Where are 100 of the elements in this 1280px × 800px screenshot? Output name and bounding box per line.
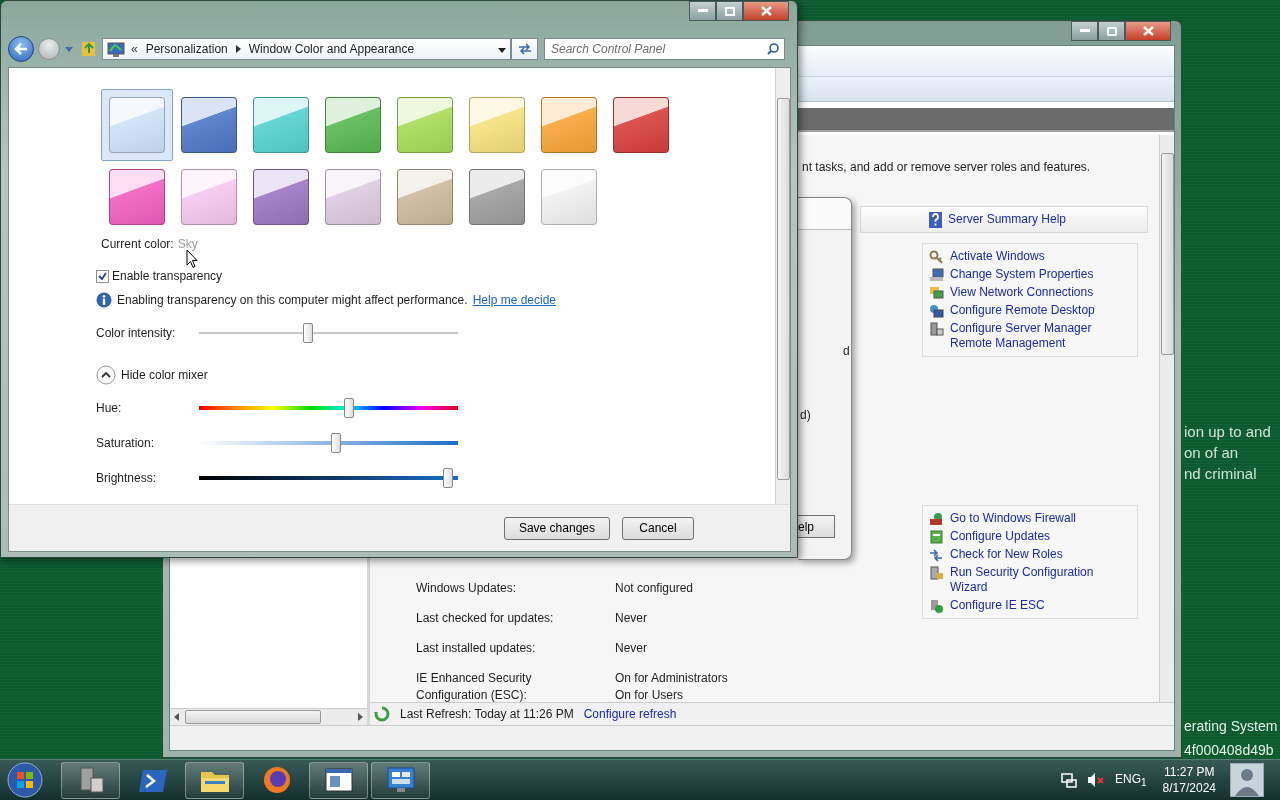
hue-slider[interactable] [199,398,458,418]
history-dropdown[interactable] [64,44,74,54]
start-orb-icon [6,761,44,799]
key-icon [929,250,944,264]
save-button[interactable]: Save changes [503,516,610,540]
last-refresh-text: Last Refresh: Today at 11:26 PM [400,707,574,721]
desktop-notice-text: on of an [1184,443,1240,463]
desktop-notice-text: nd criminal [1184,464,1258,484]
slider-thumb[interactable] [302,323,313,343]
caret-icon [65,46,73,52]
start-button[interactable] [4,760,46,800]
horizontal-scrollbar[interactable] [170,708,367,725]
task-link[interactable]: Check for New Roles [929,547,1131,562]
cancel-button[interactable]: Cancel [622,516,694,540]
info-value: Never [615,610,647,627]
minimize-button[interactable] [689,1,716,21]
back-button[interactable] [8,36,34,62]
slider-thumb[interactable] [344,398,355,418]
back-arrow-icon [14,43,28,55]
task-link[interactable]: Activate Windows [929,249,1131,264]
dialog-text: d) [800,408,811,422]
taskbar-app[interactable] [371,761,430,799]
task-link[interactable]: Change System Properties [929,267,1131,282]
info-value: On for Users [615,687,684,704]
close-icon [760,6,772,16]
server-icon [929,322,944,336]
checkmark-icon [98,271,107,281]
info-label: Windows Updates: [416,580,518,597]
clock[interactable]: 11:27 PM 8/17/2024 [1162,764,1216,796]
refresh-button[interactable] [511,38,538,60]
minimize-icon [697,9,708,13]
vertical-scrollbar[interactable] [775,68,790,504]
maximize-icon [724,6,735,16]
mouse-cursor-icon [186,249,198,269]
scroll-thumb[interactable] [1160,153,1174,355]
maximize-icon [1106,26,1117,36]
dialog-text: d [843,344,850,358]
info-icon [96,292,112,308]
help-link[interactable]: Server Summary Help [948,212,1067,227]
network-icon [1061,772,1078,788]
close-icon [1142,26,1154,36]
breadcrumb-overflow[interactable]: « [131,42,138,56]
scroll-thumb[interactable] [185,710,322,724]
current-color-label: Current color: [101,237,174,251]
close-button[interactable] [1125,21,1171,41]
task-link[interactable]: Configure Updates [929,529,1131,544]
configure-refresh-link[interactable]: Configure refresh [583,707,677,721]
info-text: Enabling transparency on this computer might affect performance. [117,293,468,307]
info-label: Last checked for updates: [416,610,555,627]
info-label: Last installed updates: [416,640,537,657]
brightness-slider[interactable] [199,468,458,488]
task-link[interactable]: Configure IE ESC [929,598,1131,613]
search-icon [767,43,779,55]
collapse-icon [96,365,116,385]
forward-button[interactable] [38,38,60,60]
scroll-thumb[interactable] [776,98,790,480]
lock-icon [929,566,944,580]
slider-label: Hue: [96,401,123,415]
computer-icon [929,268,944,282]
help-icon [929,211,942,228]
help-button[interactable]: elp [798,515,835,538]
taskbar-app[interactable] [309,761,368,799]
separator-arrow-icon [235,45,241,53]
description-text: nt tasks, and add or remove server roles and features. [802,160,1092,174]
address-bar[interactable]: « Personalization Window Color and Appearance [102,38,511,60]
user-avatar[interactable] [1230,763,1264,797]
task-link[interactable]: Go to Windows Firewall [929,511,1131,526]
intensity-slider[interactable] [199,323,458,343]
slider-thumb[interactable] [442,468,453,488]
taskbar-app[interactable] [61,761,120,799]
task-link[interactable]: Run Security Configuration Wizard [929,565,1131,595]
build-info-text: 4f000408d49b [1184,741,1275,760]
vertical-scrollbar[interactable] [1159,135,1174,702]
language-indicator[interactable]: ENG$_{1}$ [1115,771,1147,789]
maximize-button[interactable] [716,1,743,21]
color-mixer-toggle[interactable]: Hide color mixer [96,365,208,385]
desktop-notice-text: ion up to and [1184,422,1271,442]
help-me-decide-link[interactable]: Help me decide [472,293,557,307]
slider-thumb[interactable] [331,433,342,453]
minimize-button[interactable] [1071,21,1098,41]
task-link[interactable]: Configure Remote Desktop [929,303,1131,318]
folder-up-icon [81,39,97,57]
taskbar-app[interactable] [185,761,244,799]
color-swatch[interactable] [101,89,173,161]
breadcrumb-item[interactable]: Window Color and Appearance [246,42,417,56]
slider-label: Color intensity: [96,326,177,340]
refresh-icon [374,706,390,722]
info-value: On for Administrators [615,670,728,687]
refresh-arrows-icon [517,43,532,55]
slider-label: Saturation: [96,436,156,450]
arrows-icon [929,548,944,562]
breadcrumb-item[interactable]: Personalization [143,42,230,56]
task-link[interactable]: Configure Server Manager Remote Management [929,321,1131,351]
close-button[interactable] [743,1,789,21]
task-link[interactable]: View Network Connections [929,285,1131,300]
maximize-button[interactable] [1098,21,1125,41]
slider-label: Brightness: [96,471,158,485]
transparency-checkbox[interactable] [96,269,109,283]
checkbox-label: Enable transparency [112,269,223,283]
search-field[interactable]: Search Control Panel [544,38,785,60]
